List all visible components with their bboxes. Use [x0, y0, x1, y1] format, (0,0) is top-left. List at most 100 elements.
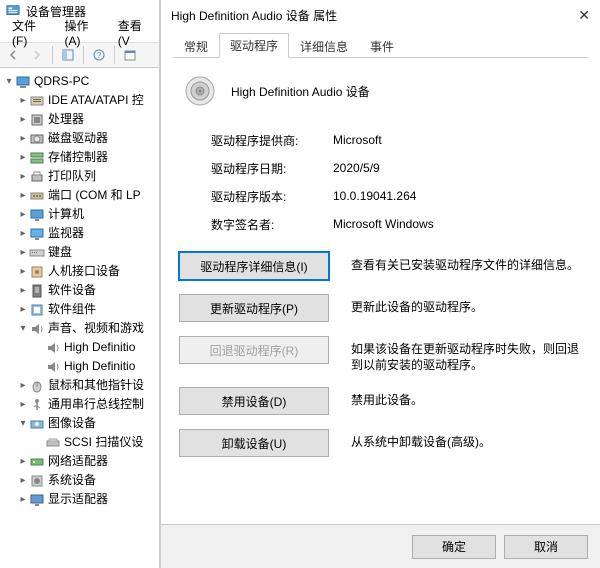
softdev-icon [29, 283, 45, 299]
tree-item[interactable]: ▸软件设备 [3, 281, 159, 300]
tree-item[interactable]: ▾图像设备 [3, 414, 159, 433]
tree-item[interactable]: ▸计算机 [3, 205, 159, 224]
info-row: 驱动程序提供商:Microsoft [211, 126, 582, 154]
usb-icon [29, 397, 45, 413]
pc-icon [15, 74, 31, 90]
toolbar-separator [114, 46, 115, 64]
dlg-body: 常规驱动程序详细信息事件 High Definition Audio 设备 驱动… [161, 30, 600, 524]
tree-item[interactable]: ▸监视器 [3, 224, 159, 243]
tab-1[interactable]: 驱动程序 [219, 33, 289, 58]
printer-icon [29, 169, 45, 185]
action-button-0[interactable]: 驱动程序详细信息(I) [179, 252, 329, 280]
storage-icon [29, 150, 45, 166]
action-row: 回退驱动程序(R)如果该设备在更新驱动程序时失败，则回退到以前安装的驱动程序。 [179, 336, 582, 373]
keyboard-icon [29, 245, 45, 261]
device-manager-window: 设备管理器 文件(F) 操作(A) 查看(V ? ▾QDRS-PC▸IDE AT… [0, 0, 160, 568]
tree-label: 磁盘驱动器 [48, 129, 108, 148]
info-value: 10.0.19041.264 [333, 189, 416, 203]
mouse-icon [29, 378, 45, 394]
action-desc: 如果该设备在更新驱动程序时失败，则回退到以前安装的驱动程序。 [351, 336, 582, 373]
info-row: 驱动程序版本:10.0.19041.264 [211, 182, 582, 210]
close-icon[interactable]: ✕ [578, 7, 590, 24]
sound-icon [29, 321, 45, 337]
tree-item[interactable]: ▸网络适配器 [3, 452, 159, 471]
toolbar-separator [52, 46, 53, 64]
tree-label: 存储控制器 [48, 148, 108, 167]
tree-label: 端口 (COM 和 LP [48, 186, 141, 205]
tree-item[interactable]: ▸软件组件 [3, 300, 159, 319]
tree-item[interactable]: ▾声音、视频和游戏 [3, 319, 159, 338]
monitor-icon [29, 226, 45, 242]
tree-child-item[interactable]: High Definitio [3, 357, 159, 376]
device-header: High Definition Audio 设备 [179, 70, 582, 126]
action-button-1[interactable]: 更新驱动程序(P) [179, 294, 329, 322]
tree-item[interactable]: ▸处理器 [3, 110, 159, 129]
dlg-title-text: High Definition Audio 设备 属性 [171, 7, 337, 24]
toolbar-show-hide-button[interactable] [57, 44, 79, 66]
tree-label: SCSI 扫描仪设 [64, 433, 143, 452]
tree-label: 声音、视频和游戏 [48, 319, 144, 338]
action-desc: 禁用此设备。 [351, 387, 582, 408]
tree-label: High Definitio [64, 357, 135, 376]
dlg-titlebar: High Definition Audio 设备 属性 ✕ [161, 0, 600, 30]
driver-buttons-area: 驱动程序详细信息(I) 查看有关已安装驱动程序文件的详细信息。更新驱动程序(P) 更… [179, 252, 582, 457]
tab-strip: 常规驱动程序详细信息事件 [173, 34, 588, 58]
tree-item[interactable]: ▸系统设备 [3, 471, 159, 490]
toolbar-help-button[interactable]: ? [88, 44, 110, 66]
tree-child-item[interactable]: SCSI 扫描仪设 [3, 433, 159, 452]
display-icon [29, 492, 45, 508]
tree-item[interactable]: ▸打印队列 [3, 167, 159, 186]
tree-label: 软件设备 [48, 281, 96, 300]
imaging-icon [29, 416, 45, 432]
info-label: 驱动程序版本: [211, 188, 333, 205]
ok-button[interactable]: 确定 [412, 535, 496, 559]
tree-item[interactable]: ▸存储控制器 [3, 148, 159, 167]
tree-label: 显示适配器 [48, 490, 108, 509]
toolbar-separator [83, 46, 84, 64]
action-desc: 更新此设备的驱动程序。 [351, 294, 582, 315]
tree-item[interactable]: ▸人机接口设备 [3, 262, 159, 281]
tree-item[interactable]: ▸通用串行总线控制 [3, 395, 159, 414]
speaker-icon [183, 74, 217, 108]
disk-icon [29, 131, 45, 147]
tree-item[interactable]: ▸显示适配器 [3, 490, 159, 509]
action-desc: 查看有关已安装驱动程序文件的详细信息。 [351, 252, 582, 273]
tab-3[interactable]: 事件 [359, 34, 405, 58]
action-row: 驱动程序详细信息(I) 查看有关已安装驱动程序文件的详细信息。 [179, 252, 582, 280]
tree-item[interactable]: ▸IDE ATA/ATAPI 控 [3, 91, 159, 110]
toolbar-back-button[interactable] [2, 44, 24, 66]
device-name: High Definition Audio 设备 [231, 83, 370, 100]
tree-child-item[interactable]: High Definitio [3, 338, 159, 357]
info-value: Microsoft [333, 133, 382, 147]
info-value: Microsoft Windows [333, 217, 434, 231]
tree-root[interactable]: ▾QDRS-PC [3, 72, 159, 91]
tree-label: 软件组件 [48, 300, 96, 319]
tab-panel-driver: High Definition Audio 设备 驱动程序提供商:Microso… [173, 58, 588, 457]
tree-item[interactable]: ▸端口 (COM 和 LP [3, 186, 159, 205]
action-button-4[interactable]: 卸载设备(U) [179, 429, 329, 457]
tree-item[interactable]: ▸键盘 [3, 243, 159, 262]
info-row: 数字签名者:Microsoft Windows [211, 210, 582, 238]
tree-item[interactable]: ▸磁盘驱动器 [3, 129, 159, 148]
softcomp-icon [29, 302, 45, 318]
scanner-icon [45, 435, 61, 451]
tree-label: IDE ATA/ATAPI 控 [48, 91, 144, 110]
tree-item[interactable]: ▸鼠标和其他指针设 [3, 376, 159, 395]
tab-2[interactable]: 详细信息 [289, 34, 359, 58]
tree-label: 监视器 [48, 224, 84, 243]
info-value: 2020/5/9 [333, 161, 380, 175]
network-icon [29, 454, 45, 470]
tab-0[interactable]: 常规 [173, 34, 219, 58]
hid-icon [29, 264, 45, 280]
toolbar-forward-button[interactable] [26, 44, 48, 66]
device-tree[interactable]: ▾QDRS-PC▸IDE ATA/ATAPI 控▸处理器▸磁盘驱动器▸存储控制器… [0, 68, 159, 513]
ide-icon [29, 93, 45, 109]
info-label: 驱动程序提供商: [211, 132, 333, 149]
toolbar-properties-button[interactable] [119, 44, 141, 66]
info-row: 驱动程序日期:2020/5/9 [211, 154, 582, 182]
action-button-3[interactable]: 禁用设备(D) [179, 387, 329, 415]
tree-label: 系统设备 [48, 471, 96, 490]
system-icon [29, 473, 45, 489]
cancel-button[interactable]: 取消 [504, 535, 588, 559]
computer-icon [29, 207, 45, 223]
